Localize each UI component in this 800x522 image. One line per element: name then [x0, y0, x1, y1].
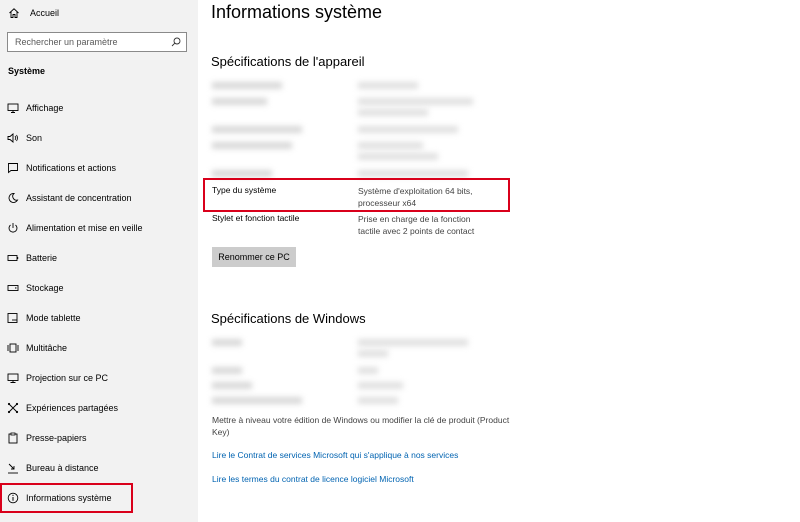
pen-touch-row: Stylet et fonction tactile Prise en char…: [212, 213, 474, 237]
sidebar-item-label: Projection sur ce PC: [26, 373, 109, 383]
sidebar-item-projection[interactable]: Projection sur ce PC: [0, 363, 198, 393]
sidebar-item-label: Presse-papiers: [26, 433, 87, 443]
sidebar-item-remote-desktop[interactable]: Bureau à distance: [0, 453, 198, 483]
system-type-value-line2: processeur x64: [358, 198, 417, 208]
windows-specs-heading: Spécifications de Windows: [211, 311, 366, 326]
license-terms-link[interactable]: Lire les termes du contrat de licence lo…: [212, 474, 414, 484]
sidebar-item-label: Bureau à distance: [26, 463, 99, 473]
rename-pc-button[interactable]: Renommer ce PC: [212, 247, 296, 267]
sidebar-item-label: Expériences partagées: [26, 403, 119, 413]
system-type-value-line1: Système d'exploitation 64 bits,: [358, 186, 473, 196]
sidebar-item-tablet-mode[interactable]: Mode tablette: [0, 303, 198, 333]
storage-icon: [7, 282, 19, 294]
info-icon: [7, 492, 19, 504]
shared-icon: [7, 402, 19, 414]
display-icon: [7, 102, 19, 114]
page-title: Informations système: [211, 2, 383, 22]
pen-touch-value-line2: tactile avec 2 points de contact: [358, 226, 475, 236]
system-type-key: Type du système: [212, 185, 277, 195]
sidebar-item-label: Batterie: [26, 253, 58, 263]
sidebar-item-display[interactable]: Affichage: [0, 93, 198, 123]
sidebar-item-multitasking[interactable]: Multitâche: [0, 333, 198, 363]
section-title: Système: [8, 66, 46, 76]
sidebar-item-label: Alimentation et mise en veille: [26, 223, 143, 233]
sidebar-item-clipboard[interactable]: Presse-papiers: [0, 423, 198, 453]
sidebar-item-label: Accueil: [30, 8, 60, 18]
tablet-icon: [7, 312, 19, 324]
services-agreement-link[interactable]: Lire le Contrat de services Microsoft qu…: [212, 450, 458, 460]
battery-icon: [7, 252, 19, 264]
home-icon: [8, 7, 20, 19]
sidebar: Accueil Système Affichage Son Notificati…: [0, 0, 198, 522]
sidebar-item-sound[interactable]: Son: [0, 123, 198, 153]
multitask-icon: [7, 342, 19, 354]
search-input[interactable]: [15, 37, 165, 47]
projection-icon: [7, 372, 19, 384]
main-content: Informations système Spécifications de l…: [198, 0, 800, 522]
system-type-value: Système d'exploitation 64 bits, processe…: [358, 185, 473, 209]
pen-touch-value: Prise en charge de la fonction tactile a…: [358, 213, 474, 237]
sidebar-item-home[interactable]: Accueil: [0, 0, 198, 26]
sidebar-item-battery[interactable]: Batterie: [0, 243, 198, 273]
sidebar-item-label: Son: [26, 133, 43, 143]
clipboard-icon: [7, 432, 19, 444]
search-icon[interactable]: [171, 37, 181, 47]
sidebar-nav: Affichage Son Notifications et actions A…: [0, 93, 198, 513]
sidebar-item-system-info[interactable]: Informations système: [0, 483, 133, 513]
sidebar-item-label: Mode tablette: [26, 313, 81, 323]
sidebar-item-label: Informations système: [26, 493, 112, 503]
upgrade-edition-note[interactable]: Mettre à niveau votre édition de Windows…: [212, 414, 512, 438]
notification-icon: [7, 162, 19, 174]
system-type-row: Type du système Système d'exploitation 6…: [212, 185, 473, 209]
sidebar-item-label: Assistant de concentration: [26, 193, 132, 203]
moon-icon: [7, 192, 19, 204]
pen-touch-value-line1: Prise en charge de la fonction: [358, 214, 471, 224]
sidebar-item-label: Stockage: [26, 283, 64, 293]
search-box[interactable]: [7, 32, 187, 52]
speaker-icon: [7, 132, 19, 144]
sidebar-item-power[interactable]: Alimentation et mise en veille: [0, 213, 198, 243]
remote-desktop-icon: [7, 462, 19, 474]
pen-touch-key: Stylet et fonction tactile: [212, 213, 300, 223]
sidebar-item-storage[interactable]: Stockage: [0, 273, 198, 303]
device-specs-heading: Spécifications de l'appareil: [211, 54, 365, 69]
sidebar-item-shared-experiences[interactable]: Expériences partagées: [0, 393, 198, 423]
sidebar-item-notifications[interactable]: Notifications et actions: [0, 153, 198, 183]
sidebar-item-label: Multitâche: [26, 343, 68, 353]
sidebar-item-focus-assist[interactable]: Assistant de concentration: [0, 183, 198, 213]
sidebar-item-label: Notifications et actions: [26, 163, 117, 173]
power-icon: [7, 222, 19, 234]
sidebar-item-label: Affichage: [26, 103, 64, 113]
